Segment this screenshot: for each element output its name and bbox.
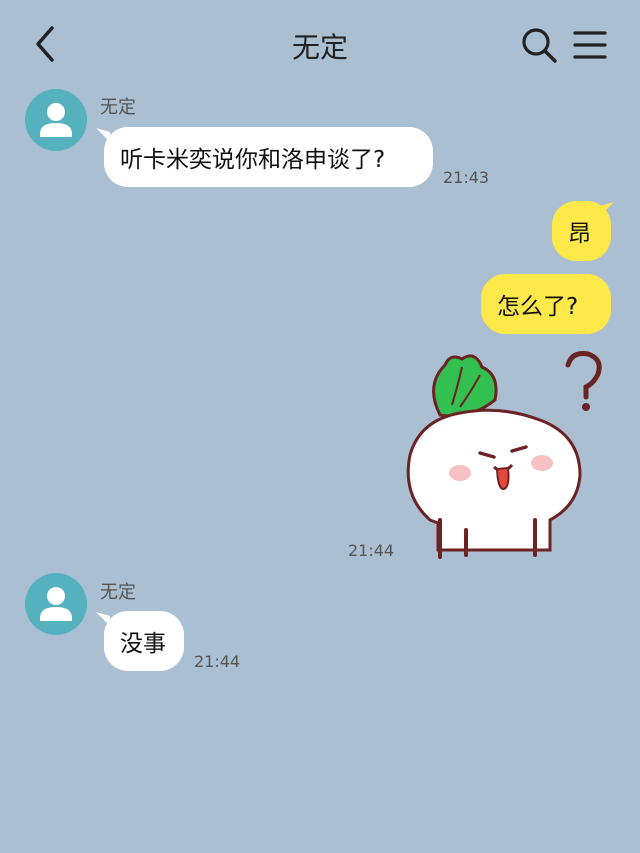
search-button[interactable]: [520, 26, 558, 64]
chat-header: 无定: [0, 0, 640, 90]
contact-avatar[interactable]: [25, 573, 87, 635]
menu-icon: [573, 31, 607, 59]
search-icon: [522, 28, 557, 63]
radish-confused-sticker: [406, 351, 602, 559]
message-timestamp: 21:44: [194, 652, 241, 671]
message-timestamp: 21:43: [443, 168, 490, 187]
contact-avatar[interactable]: [25, 89, 87, 151]
message-bubble-incoming[interactable]: 听卡米奕说你和洛申谈了?: [104, 127, 433, 187]
person-icon: [40, 587, 72, 621]
menu-button[interactable]: [572, 28, 608, 62]
message-bubble-incoming[interactable]: 没事: [104, 611, 184, 671]
sender-name: 无定: [100, 582, 136, 603]
sticker-message[interactable]: [400, 345, 620, 565]
message-bubble-outgoing[interactable]: 怎么了?: [481, 274, 611, 334]
sender-name: 无定: [100, 97, 136, 118]
message-bubble-outgoing[interactable]: 昂: [552, 201, 611, 261]
person-icon: [40, 103, 72, 137]
message-timestamp: 21:44: [348, 541, 395, 560]
